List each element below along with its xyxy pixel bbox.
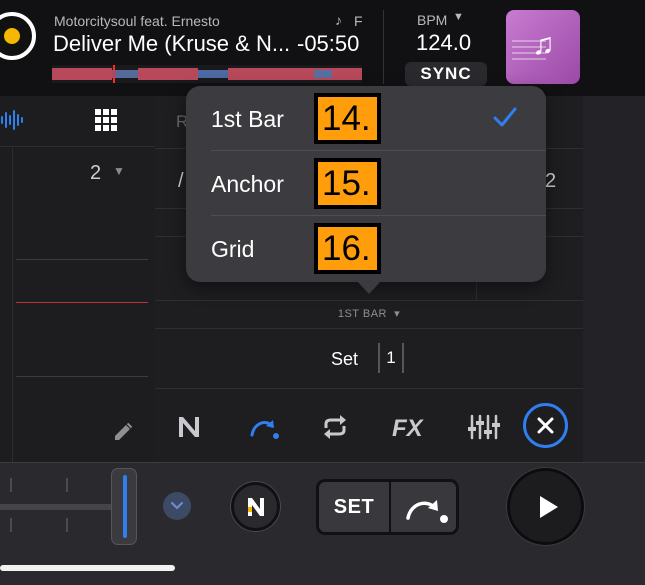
grid-line [16, 259, 148, 260]
grid-view-icon[interactable] [93, 107, 119, 133]
music-note-icon: ♫ [532, 28, 555, 61]
music-note-icon: ♪ [335, 12, 342, 28]
n-button[interactable] [231, 482, 280, 531]
loop-icon[interactable] [318, 410, 352, 444]
set-label: Set [331, 349, 359, 369]
popover-arrow [356, 280, 382, 294]
annotation-badge: 16. [314, 223, 381, 274]
popover-item-grid[interactable]: Grid 16. [186, 216, 546, 281]
annotation-badge: 14. [314, 93, 381, 144]
play-icon [540, 496, 558, 518]
checkmark-icon [493, 107, 517, 127]
play-button[interactable] [507, 468, 584, 545]
header-divider [383, 10, 384, 84]
grid-mode-label: 1ST BAR [337, 308, 387, 320]
chevron-down-icon[interactable]: ▼ [453, 11, 464, 23]
home-indicator[interactable] [0, 565, 175, 571]
playhead [113, 65, 115, 83]
chevron-down-icon: ▾ [390, 308, 401, 320]
cue-arrow-icon[interactable] [403, 491, 451, 525]
track-key: F [354, 13, 363, 29]
deck-header: Motorcitysoul feat. Ernesto ♪ F Deliver … [0, 0, 645, 96]
n-icon [248, 498, 264, 516]
transport-divider [0, 462, 645, 463]
grid-mode-selector[interactable]: 1ST BAR ▾ [155, 302, 583, 328]
popover-item-label: 1st Bar [211, 106, 284, 132]
chevron-down-icon [171, 502, 183, 510]
pitch-slider-track[interactable] [0, 504, 112, 510]
track-title: Deliver Me (Kruse & N... [53, 31, 291, 56]
cue-arrow-icon[interactable] [247, 410, 281, 444]
pencil-icon[interactable] [111, 420, 135, 444]
sync-button[interactable]: SYNC [405, 62, 487, 86]
waveform-view-icon[interactable] [0, 108, 28, 132]
pitch-tick [10, 518, 12, 532]
pitch-tick [66, 518, 68, 532]
popover-item-anchor[interactable]: Anchor 15. [186, 151, 546, 216]
close-icon [537, 417, 554, 434]
row-divider [155, 300, 583, 301]
pitch-slider-handle[interactable] [111, 468, 137, 545]
pitch-slider-indicator [123, 475, 127, 538]
popover-item-label: Grid [211, 236, 255, 262]
deck-indicator[interactable] [0, 12, 36, 60]
bars-count[interactable]: 2 [90, 162, 101, 185]
fx-icon[interactable]: FX [390, 410, 424, 444]
set-cue-button[interactable]: SET [319, 482, 389, 532]
left-strip-column-divider [12, 148, 13, 462]
set-value-field[interactable]: 1 [378, 343, 404, 373]
row-divider [155, 328, 583, 329]
track-artist: Motorcitysoul feat. Ernesto [54, 13, 220, 29]
bpm-label: BPM [417, 12, 448, 28]
pitch-tick [10, 478, 12, 492]
n-icon[interactable] [172, 410, 206, 444]
chevron-down-icon[interactable]: ▼ [113, 164, 125, 178]
close-button[interactable] [523, 403, 568, 448]
svg-text:FX: FX [392, 415, 424, 442]
mixer-sliders-icon[interactable] [466, 410, 500, 444]
beat-marker-line [16, 302, 148, 303]
left-strip-divider [0, 146, 155, 147]
album-art[interactable]: ♫ [506, 10, 580, 84]
pitch-tick [66, 478, 68, 492]
table-cell: 2 [545, 170, 557, 192]
grid-mode-popover: 1st Bar 14. Anchor 15. Grid 16. [186, 86, 546, 282]
cue-set-group: SET [316, 479, 459, 535]
track-waveform[interactable] [52, 65, 362, 83]
cue-group-divider [389, 482, 391, 532]
annotation-badge: 15. [314, 158, 381, 209]
right-edge-panel [583, 96, 645, 462]
grid-line [16, 376, 148, 377]
time-remaining: -05:50 [297, 31, 360, 56]
row-divider [155, 388, 583, 389]
pitch-options-button[interactable] [163, 492, 191, 520]
left-strip [0, 96, 155, 462]
table-cell: / [178, 170, 184, 192]
bpm-value[interactable]: 124.0 [416, 30, 471, 56]
deck-indicator-dot [4, 28, 20, 44]
popover-item-1st-bar[interactable]: 1st Bar 14. [186, 86, 546, 151]
popover-item-label: Anchor [211, 171, 284, 197]
